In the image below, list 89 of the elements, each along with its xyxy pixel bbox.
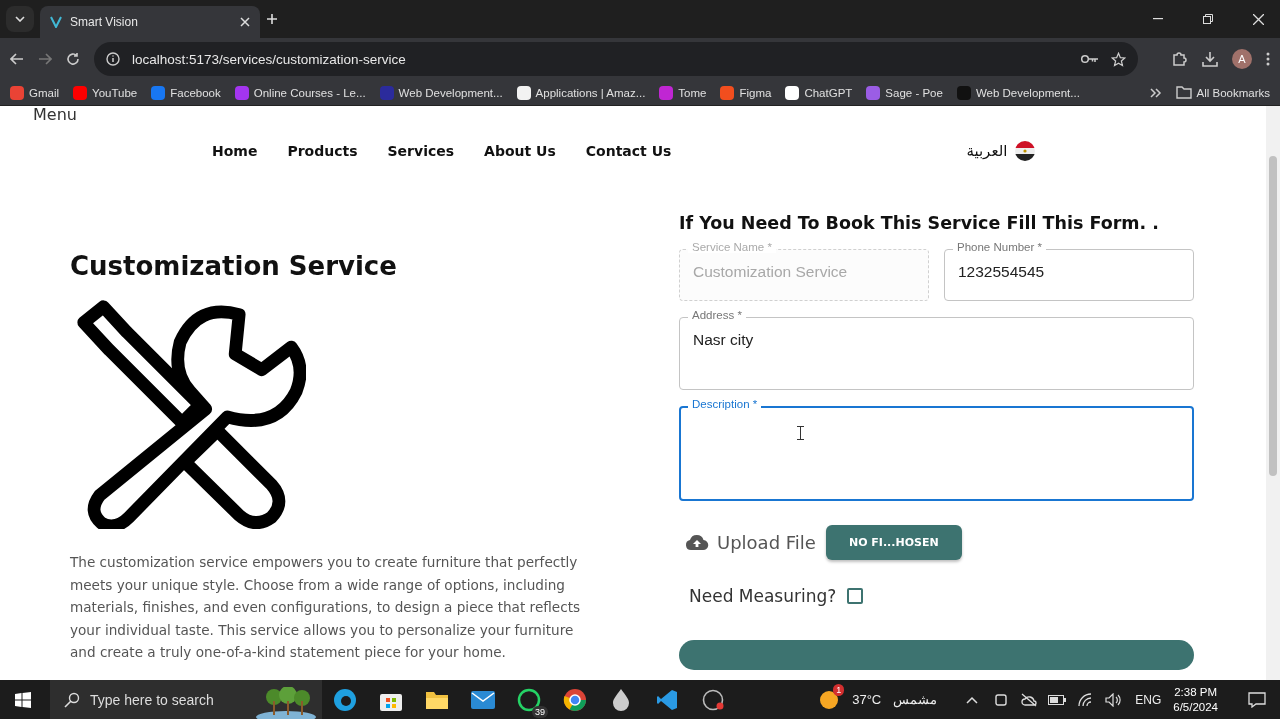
search-icon xyxy=(64,691,80,708)
chevron-down-icon xyxy=(15,16,25,22)
cloud-upload-icon xyxy=(685,534,709,551)
new-tab-icon[interactable] xyxy=(266,13,278,25)
edge-icon[interactable] xyxy=(333,687,357,712)
folder-icon[interactable] xyxy=(425,689,449,710)
star-icon[interactable] xyxy=(1111,51,1126,67)
nav-link[interactable]: About Us xyxy=(484,143,556,159)
profile-avatar[interactable]: A xyxy=(1232,49,1252,69)
forward-arrow-icon[interactable] xyxy=(38,53,52,65)
close-icon[interactable] xyxy=(1252,13,1264,25)
back-arrow-icon[interactable] xyxy=(10,53,24,65)
nav-link[interactable]: Products xyxy=(287,143,358,159)
camera-icon[interactable] xyxy=(995,691,1008,708)
nav-link[interactable]: Home xyxy=(212,143,258,159)
service-description: The customization service empowers you to create furniture that perfectly meets your unique style. Choose from a wide range of options, including materials, finishes, and even configurations, to design a piece that reflects your individual taste. This service allows you to personalize your furniture and create a truly one-of-a-kind statement piece for your home. xyxy=(70,553,582,663)
field-label: Service Name * xyxy=(688,241,776,253)
checkbox-label: Need Measuring? xyxy=(689,586,837,606)
bookmark-link[interactable]: Online Courses - Le... xyxy=(234,85,366,100)
form-title: If You Need To Book This Service Fill This Form. . xyxy=(679,213,1160,233)
nav-link[interactable]: Contact Us xyxy=(585,143,672,159)
scrollbar[interactable] xyxy=(1266,106,1280,680)
field-label: Address * xyxy=(688,309,746,321)
field-value: Customization Service xyxy=(693,263,848,280)
v-logo-icon xyxy=(50,16,62,28)
temperature-text: 37°C xyxy=(852,692,882,707)
windows-icon[interactable] xyxy=(15,691,31,708)
speaker-icon[interactable] xyxy=(1105,692,1122,707)
all-bookmarks-link[interactable]: All Bookmarks xyxy=(1175,86,1270,99)
url-text: localhost:5173/services/customization-service xyxy=(132,51,407,67)
bookmark-link[interactable]: ChatGPT xyxy=(785,85,853,100)
more-menu-icon[interactable] xyxy=(1266,52,1270,66)
browser-tab[interactable]: Smart Vision xyxy=(40,6,260,38)
address-bar[interactable]: localhost:5173/services/customization-service xyxy=(94,42,1138,76)
bookmark-link[interactable]: Sage - Poe xyxy=(866,85,943,100)
sun-icon xyxy=(819,689,840,710)
reload-icon[interactable] xyxy=(66,52,80,66)
notification-icon[interactable] xyxy=(1248,691,1266,708)
file-button[interactable]: NO FI...HOSEN xyxy=(825,525,962,560)
cloud-off-icon[interactable] xyxy=(1021,692,1038,707)
nav-link[interactable]: Services xyxy=(387,143,455,159)
app-icon[interactable] xyxy=(702,688,724,711)
close-icon[interactable] xyxy=(240,17,250,27)
field-label: Phone Number * xyxy=(953,241,1047,253)
wifi-icon[interactable] xyxy=(1077,692,1094,707)
notification-badge: 1 xyxy=(833,683,845,696)
weather-text: مشمس xyxy=(893,692,938,707)
text-area[interactable]: Address * Nasr city xyxy=(679,309,1194,390)
field-value: Nasr city xyxy=(693,331,754,348)
bookmark-link[interactable]: YouTube xyxy=(73,85,138,100)
chevron-up-icon[interactable] xyxy=(966,695,979,704)
puzzle-icon[interactable] xyxy=(1172,51,1188,67)
bookmark-link[interactable]: Tome xyxy=(659,85,707,100)
upload-label: Upload File xyxy=(717,532,816,553)
restore-icon[interactable] xyxy=(1203,14,1213,24)
tab-list-button[interactable] xyxy=(6,6,34,32)
bookmark-link[interactable]: Web Development... xyxy=(956,85,1080,100)
service-title: Customization Service xyxy=(70,251,398,281)
bookmark-link[interactable]: Web Development... xyxy=(379,85,503,100)
battery-icon[interactable] xyxy=(1048,694,1067,705)
tab-title: Smart Vision xyxy=(70,15,139,29)
taskbar-search-field[interactable]: Type here to search xyxy=(50,680,322,719)
bookmark-link[interactable]: Facebook xyxy=(151,85,221,100)
language-indicator[interactable]: ENG xyxy=(1135,692,1162,707)
field-value: 1232554545 xyxy=(958,263,1045,280)
language-link[interactable]: العربية xyxy=(966,142,1008,160)
text-cursor-icon xyxy=(797,426,804,440)
bookmark-link[interactable]: Applications | Amaz... xyxy=(516,85,646,100)
tree-icon xyxy=(254,687,318,719)
menu-label[interactable]: Menu xyxy=(33,107,77,121)
field-label: Description * xyxy=(688,398,762,410)
key-icon[interactable] xyxy=(1081,54,1099,64)
info-icon[interactable] xyxy=(106,52,120,66)
drop-icon[interactable] xyxy=(610,687,632,712)
text-area[interactable]: Description * xyxy=(679,398,1194,501)
notification-badge: 39 xyxy=(532,705,548,718)
chevrons-right-icon[interactable] xyxy=(1149,87,1162,98)
checkbox[interactable] xyxy=(847,588,864,604)
bookmark-link[interactable]: Gmail xyxy=(10,85,60,100)
flag-icon xyxy=(1015,141,1036,161)
mail-icon[interactable] xyxy=(471,690,495,709)
bookmark-link[interactable]: Figma xyxy=(720,85,772,100)
code-editor-icon[interactable] xyxy=(656,688,678,711)
download-icon[interactable] xyxy=(1202,51,1218,67)
minimize-icon[interactable] xyxy=(1153,18,1163,20)
taskbar-clock[interactable]: 2:38 PM 6/5/2024 xyxy=(1173,684,1218,715)
input-field[interactable]: Phone Number * 1232554545 xyxy=(944,241,1194,301)
browser-icon[interactable] xyxy=(563,687,587,712)
folder-icon xyxy=(1175,86,1192,99)
